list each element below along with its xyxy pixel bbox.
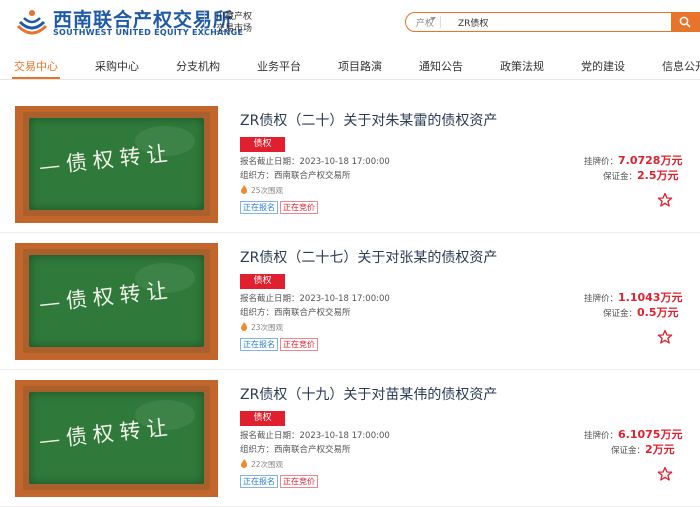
type-tag: 债权 (240, 274, 285, 289)
views-count: 23次围观 (240, 322, 283, 333)
search-separator (440, 16, 441, 28)
listing-price: 1.1043万元 (618, 291, 683, 304)
type-tag: 债权 (240, 137, 285, 152)
listing-title[interactable]: ZR债权（二十）关于对朱某雷的债权资产 (240, 110, 497, 130)
search-button[interactable] (671, 12, 700, 32)
deadline-text: 报名截止日期：2023-10-18 17:00:00 (240, 294, 390, 304)
listing-price-label: 挂牌价： (584, 157, 619, 167)
nav-item-disclosure[interactable]: 信息公开 (662, 58, 700, 74)
listing-price: 6.1075万元 (618, 428, 683, 441)
listing-card[interactable]: —债权转让 ZR债权（十九）关于对苗某伟的债权资产 债权 报名截止日期：2023… (0, 371, 700, 507)
fire-icon (241, 185, 247, 194)
fire-icon (241, 322, 247, 331)
favorite-star-icon[interactable] (657, 192, 673, 208)
sub-brand[interactable]: 川藏产权 交易市场 (216, 11, 252, 35)
sub-brand-line-1: 川藏产权 (216, 12, 253, 22)
listing-title[interactable]: ZR债权（十九）关于对苗某伟的债权资产 (240, 384, 497, 404)
brand-divider (204, 10, 205, 36)
status-badge-registering: 正在报名 (240, 338, 278, 351)
status-badge-bidding: 正在竞价 (280, 338, 318, 351)
views-count: 25次围观 (240, 185, 283, 196)
nav-item-roadshow[interactable]: 项目路演 (338, 58, 382, 74)
listing-price-label: 挂牌价： (584, 431, 619, 441)
listing-price-label: 挂牌价： (584, 294, 619, 304)
search-input[interactable] (458, 14, 658, 30)
nav-item-branches[interactable]: 分支机构 (176, 58, 220, 74)
status-badge-bidding: 正在竞价 (280, 201, 318, 214)
nav-item-policies[interactable]: 政策法规 (500, 58, 544, 74)
sub-brand-line-2: 交易市场 (216, 24, 253, 34)
listing-price: 7.0728万元 (618, 154, 683, 167)
listing-card[interactable]: —债权转让 ZR债权（二十）关于对朱某雷的债权资产 债权 报名截止日期：2023… (0, 97, 700, 233)
nav-active-indicator (12, 77, 60, 79)
listing-thumbnail[interactable]: —债权转让 (15, 106, 218, 223)
exchange-logo-icon[interactable] (15, 6, 49, 40)
organizer-text: 组织方：西南联合产权交易所 (240, 171, 351, 181)
deposit-label: 保证金： (611, 446, 646, 456)
deposit-value: 2.5万元 (637, 169, 679, 182)
organizer-text: 组织方：西南联合产权交易所 (240, 308, 351, 318)
views-text: 22次围观 (251, 460, 284, 469)
brand-english-name: SOUTHWEST UNITED EQUITY EXCHANGE (53, 28, 244, 37)
favorite-star-icon[interactable] (657, 329, 673, 345)
favorite-star-icon[interactable] (657, 466, 673, 482)
nav-item-business-platform[interactable]: 业务平台 (257, 58, 301, 74)
status-badge-registering: 正在报名 (240, 201, 278, 214)
deadline-text: 报名截止日期：2023-10-18 17:00:00 (240, 431, 390, 441)
main-nav: 交易中心 采购中心 分支机构 业务平台 项目路演 通知公告 政策法规 党的建设 … (0, 50, 700, 80)
listing-thumbnail[interactable]: —债权转让 (15, 380, 218, 497)
views-text: 25次围观 (251, 186, 284, 195)
views-text: 23次围观 (251, 323, 284, 332)
fire-icon (241, 459, 247, 468)
status-badge-bidding: 正在竞价 (280, 475, 318, 488)
status-badge-registering: 正在报名 (240, 475, 278, 488)
deposit-value: 0.5万元 (637, 306, 679, 319)
nav-item-procurement-center[interactable]: 采购中心 (95, 58, 139, 74)
nav-item-trading-center[interactable]: 交易中心 (14, 58, 58, 74)
nav-item-party-building[interactable]: 党的建设 (581, 58, 625, 74)
chevron-down-icon[interactable] (430, 17, 436, 21)
deposit-label: 保证金： (603, 309, 638, 319)
deposit-label: 保证金： (603, 172, 638, 182)
nav-item-notices[interactable]: 通知公告 (419, 58, 463, 74)
listing-thumbnail[interactable]: —债权转让 (15, 243, 218, 360)
listing-title[interactable]: ZR债权（二十七）关于对张某的债权资产 (240, 247, 497, 267)
deadline-text: 报名截止日期：2023-10-18 17:00:00 (240, 157, 390, 167)
organizer-text: 组织方：西南联合产权交易所 (240, 445, 351, 455)
search-icon (679, 16, 691, 28)
deposit-value: 2万元 (645, 443, 675, 456)
type-tag: 债权 (240, 411, 285, 426)
listing-card[interactable]: —债权转让 ZR债权（二十七）关于对张某的债权资产 债权 报名截止日期：2023… (0, 234, 700, 370)
views-count: 22次围观 (240, 459, 283, 470)
